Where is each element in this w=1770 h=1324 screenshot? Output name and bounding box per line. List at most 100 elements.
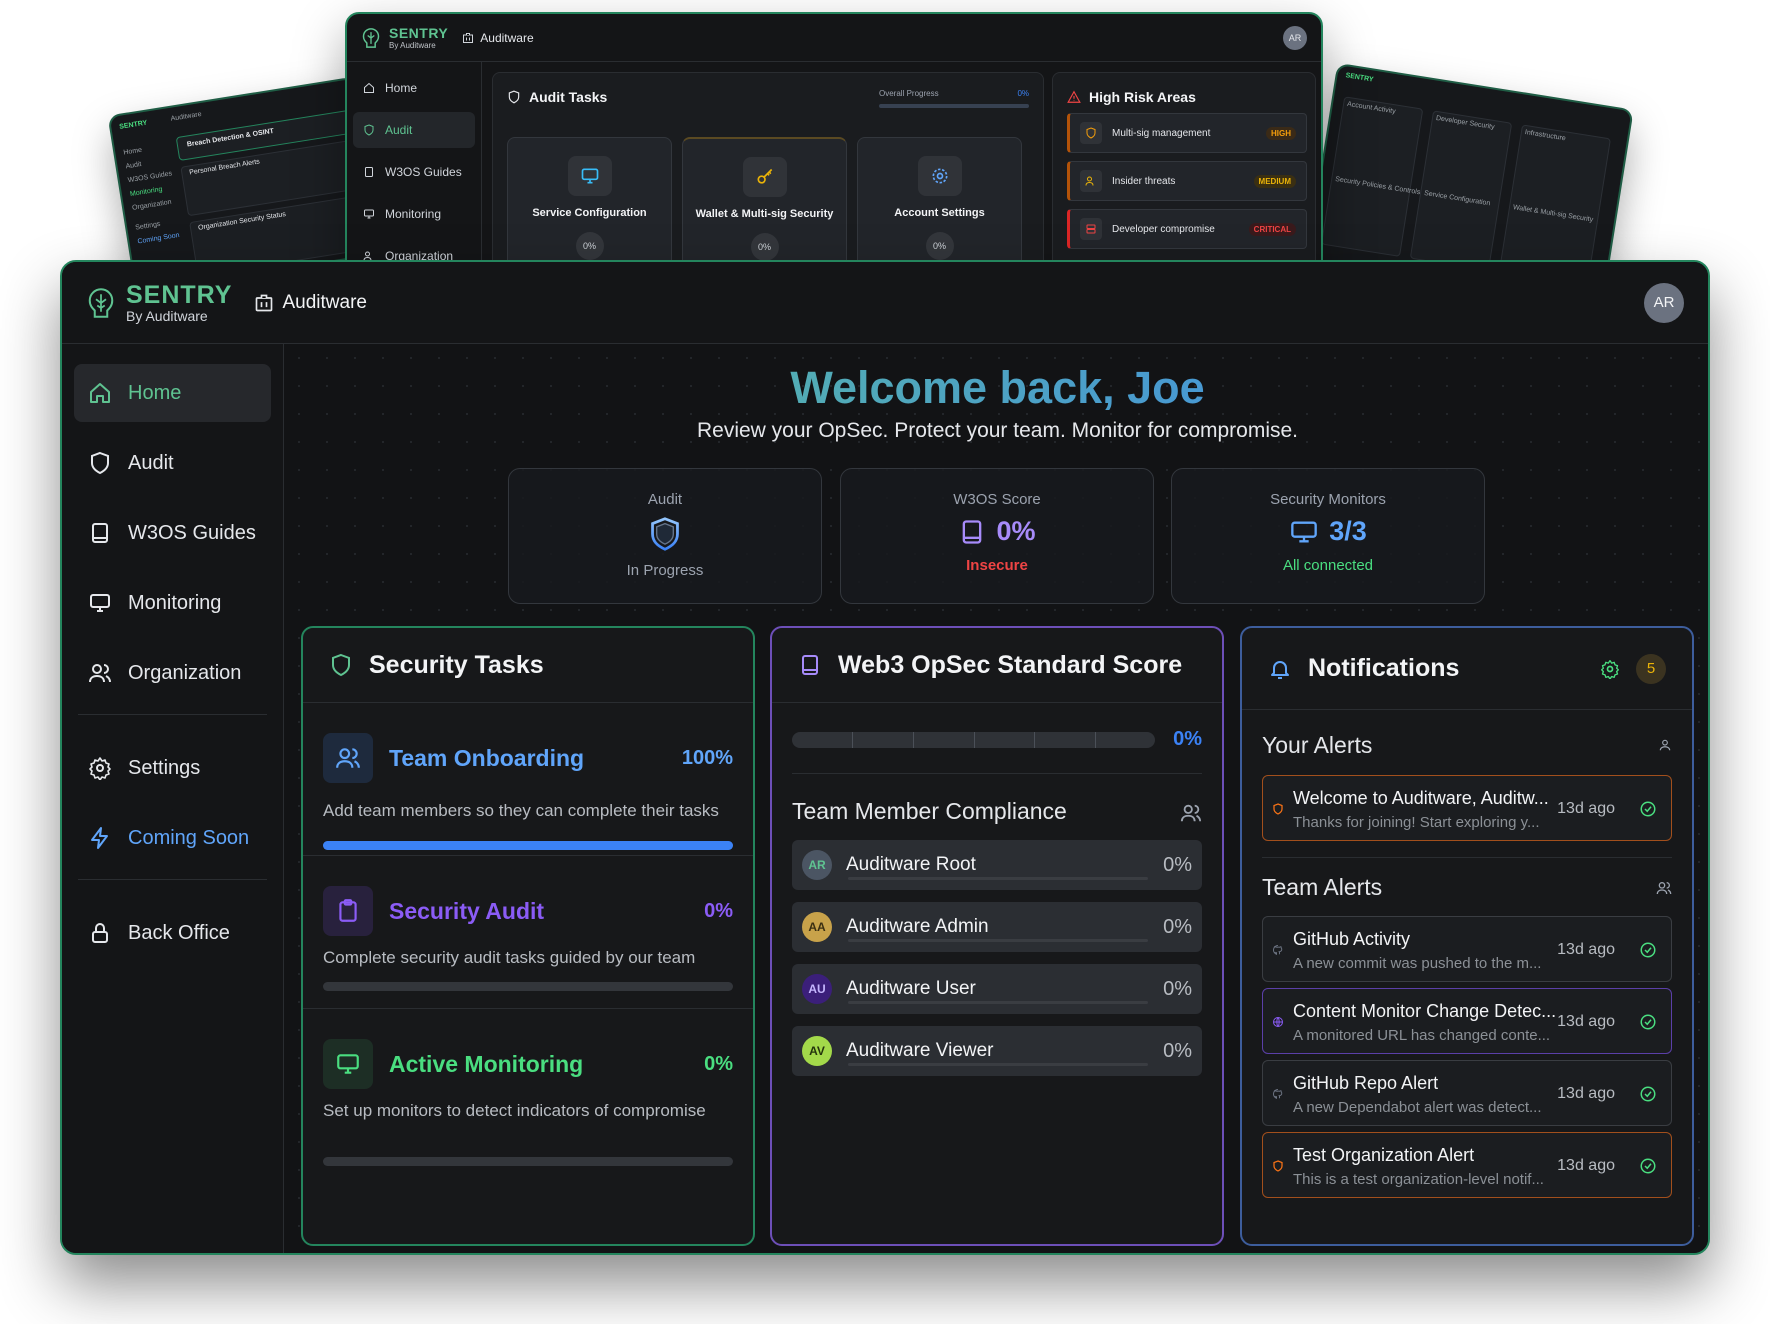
sidebar-item-monitoring[interactable]: Monitoring bbox=[74, 574, 271, 632]
preview-risk-name: Multi-sig management bbox=[1112, 127, 1211, 139]
member-row[interactable]: AU Auditware User 0% bbox=[792, 964, 1202, 1014]
task-progress-bar bbox=[323, 1157, 733, 1166]
preview-risk-item: Developer compromise CRITICAL bbox=[1067, 209, 1307, 249]
github-icon bbox=[1273, 944, 1283, 955]
alert-desc: Thanks for joining! Start exploring y... bbox=[1293, 814, 1540, 831]
shield-icon bbox=[1273, 803, 1283, 815]
alert-item[interactable]: Welcome to Auditware, Auditw... Thanks f… bbox=[1262, 775, 1672, 841]
shield-icon bbox=[1273, 1160, 1283, 1172]
preview-brand-name: SENTRY bbox=[389, 25, 449, 41]
sidebar-item-label: Audit bbox=[128, 451, 174, 474]
alert-item[interactable]: Content Monitor Change Detec... A monito… bbox=[1262, 988, 1672, 1054]
sidebar: Home Audit W3OS Guides Monitoring Organi… bbox=[62, 344, 284, 1253]
stat-label: Audit bbox=[647, 491, 683, 508]
preview-overall-progress-pct: 0% bbox=[1017, 89, 1029, 98]
sidebar-item-organization[interactable]: Organization bbox=[74, 644, 271, 702]
task-pct: 100% bbox=[681, 747, 733, 769]
book-icon bbox=[365, 167, 373, 177]
preview-left-nav-monitoring: Monitoring bbox=[129, 186, 163, 199]
preview-risk-item: Multi-sig management HIGH bbox=[1067, 113, 1307, 153]
user-avatar[interactable]: AR bbox=[1644, 282, 1684, 323]
book-icon bbox=[963, 519, 982, 544]
alert-item[interactable]: Test Organization Alert This is a test o… bbox=[1262, 1132, 1672, 1198]
member-avatar: AA bbox=[802, 912, 832, 942]
preview-left-nav-settings: Settings bbox=[134, 220, 161, 232]
alert-desc: This is a test organization-level notif.… bbox=[1293, 1171, 1544, 1188]
preview-left-nav-home: Home bbox=[122, 146, 143, 157]
preview-nav-audit-label: Audit bbox=[385, 123, 413, 137]
check-circle-icon[interactable] bbox=[1639, 941, 1657, 959]
building-icon bbox=[463, 32, 474, 43]
task-pct: 0% bbox=[704, 900, 733, 922]
brand-logo[interactable]: SENTRY By Auditware bbox=[86, 282, 232, 324]
org-switcher[interactable]: Auditware bbox=[254, 292, 367, 314]
alert-item[interactable]: GitHub Repo Alert A new Dependabot alert… bbox=[1262, 1060, 1672, 1126]
app-header: SENTRY By Auditware Auditware AR bbox=[62, 262, 1708, 344]
score-panel: Web3 OpSec Standard Score 0% Team Member… bbox=[770, 626, 1224, 1246]
member-name: Auditware Viewer bbox=[846, 1040, 994, 1061]
users-icon bbox=[1180, 804, 1202, 822]
sentry-logo-icon bbox=[88, 287, 114, 318]
sidebar-item-label: Settings bbox=[128, 756, 201, 779]
check-circle-icon[interactable] bbox=[1639, 1013, 1657, 1031]
sidebar-item-settings[interactable]: Settings bbox=[74, 739, 271, 797]
alert-item[interactable]: GitHub Activity A new commit was pushed … bbox=[1262, 916, 1672, 982]
stat-card-w3os[interactable]: W3OS Score 0% Insecure bbox=[840, 468, 1154, 604]
dashboard-content: Welcome back, Joe Review your OpSec. Pro… bbox=[285, 344, 1708, 1253]
alert-title: GitHub Repo Alert bbox=[1293, 1073, 1439, 1093]
preview-risk-name: Developer compromise bbox=[1112, 223, 1215, 235]
preview-left-nav-guides: W3OS Guides bbox=[127, 170, 173, 185]
sidebar-item-coming-soon[interactable]: Coming Soon bbox=[74, 809, 271, 867]
shield-icon bbox=[651, 517, 679, 551]
stat-card-monitors[interactable]: Security Monitors 3/3 All connected bbox=[1171, 468, 1485, 604]
preview-org: Auditware bbox=[462, 31, 534, 45]
preview-nav-monitoring-label: Monitoring bbox=[385, 207, 442, 221]
member-row[interactable]: AV Auditware Viewer 0% bbox=[792, 1026, 1202, 1076]
monitor-icon bbox=[581, 168, 598, 184]
check-circle-icon[interactable] bbox=[1639, 1157, 1657, 1175]
sidebar-item-guides[interactable]: W3OS Guides bbox=[74, 504, 271, 562]
sidebar-item-audit[interactable]: Audit bbox=[74, 434, 271, 492]
task-name: Team Onboarding bbox=[389, 745, 585, 771]
member-row[interactable]: AR Auditware Root 0% bbox=[792, 840, 1202, 890]
preview-left-nav-org: Organization bbox=[131, 198, 173, 212]
lightning-icon bbox=[91, 827, 108, 849]
preview-left-brand: SENTRY bbox=[118, 119, 148, 131]
preview-risk-badge: CRITICAL bbox=[1248, 222, 1296, 236]
task-team-onboarding[interactable]: Team Onboarding 100% Add team members so… bbox=[303, 703, 753, 856]
member-row[interactable]: AA Auditware Admin 0% bbox=[792, 902, 1202, 952]
preview-tile-pct: 0% bbox=[750, 233, 779, 261]
preview-risk-title: High Risk Areas bbox=[1067, 89, 1196, 105]
preview-brand: SENTRY By Auditware bbox=[361, 25, 448, 50]
sidebar-item-back-office[interactable]: Back Office bbox=[74, 904, 271, 962]
task-desc: Complete security audit tasks guided by … bbox=[323, 948, 696, 967]
alert-desc: A monitored URL has changed conte... bbox=[1293, 1027, 1551, 1044]
task-active-monitoring[interactable]: Active Monitoring 0% Set up monitors to … bbox=[303, 1009, 753, 1166]
score-pct: 0% bbox=[1173, 728, 1202, 750]
preview-left-nav-soon: Coming Soon bbox=[137, 231, 181, 246]
gear-icon bbox=[89, 757, 111, 780]
alert-time: 13d ago bbox=[1557, 1013, 1615, 1030]
gear-icon[interactable] bbox=[1600, 659, 1620, 679]
monitor-icon bbox=[364, 209, 374, 219]
sidebar-item-home[interactable]: Home bbox=[74, 364, 271, 422]
stat-value: 3/3 bbox=[1172, 516, 1484, 547]
check-circle-icon[interactable] bbox=[1639, 1085, 1657, 1103]
shield-icon bbox=[1086, 127, 1096, 139]
task-name: Security Audit bbox=[389, 898, 545, 924]
main-window: SENTRY By Auditware Auditware AR Home Au… bbox=[60, 260, 1710, 1255]
task-security-audit[interactable]: Security Audit 0% Complete security audi… bbox=[303, 856, 753, 1009]
task-progress-bar bbox=[323, 841, 733, 850]
security-tasks-header: Security Tasks bbox=[303, 628, 753, 703]
task-pct: 0% bbox=[704, 1053, 733, 1075]
bell-icon bbox=[1271, 660, 1289, 679]
check-circle-icon[interactable] bbox=[1639, 800, 1657, 818]
alert-desc: A new commit was pushed to the m... bbox=[1293, 955, 1542, 972]
task-desc: Set up monitors to detect indicators of … bbox=[323, 1101, 706, 1120]
stat-sub: In Progress bbox=[626, 562, 704, 579]
alert-time: 13d ago bbox=[1557, 800, 1615, 817]
preview-risk-badge: HIGH bbox=[1266, 126, 1296, 140]
stat-card-audit[interactable]: Audit In Progress bbox=[508, 468, 822, 604]
notifications-header: Notifications 5 bbox=[1242, 628, 1692, 710]
welcome-title: Welcome back, Joe bbox=[285, 362, 1708, 414]
